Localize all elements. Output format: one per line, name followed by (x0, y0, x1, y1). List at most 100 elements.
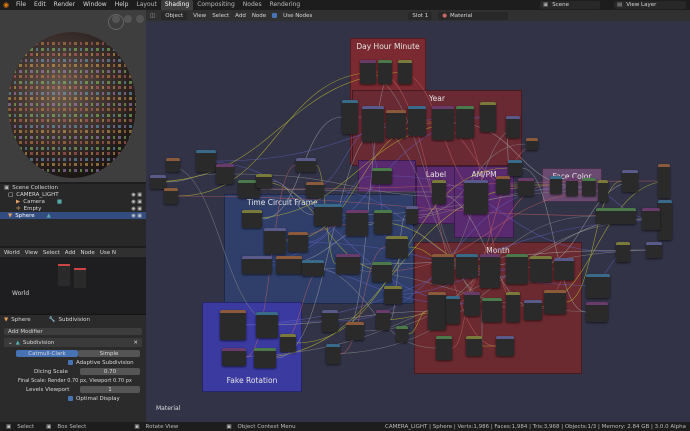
shader-node[interactable] (480, 254, 500, 288)
shader-node[interactable] (396, 326, 408, 342)
shader-node[interactable] (432, 180, 446, 204)
simple-button[interactable]: Simple (78, 350, 140, 357)
shader-node[interactable] (622, 170, 638, 192)
shader-node[interactable] (196, 150, 216, 172)
outliner-scene-collection[interactable]: ▣ Scene Collection (0, 184, 146, 191)
shader-node[interactable] (256, 312, 278, 338)
shader-node[interactable] (582, 178, 596, 196)
dicing-field[interactable]: 0.70 (80, 368, 140, 375)
visibility-icon[interactable]: ◉ ▣ (131, 213, 142, 219)
menu-node[interactable]: Node (80, 250, 94, 256)
levels-field[interactable]: 1 (80, 386, 140, 393)
shader-node[interactable] (436, 336, 452, 360)
visibility-icon[interactable]: ◉ ▣ (131, 206, 142, 212)
scene-selector[interactable]: ▣ Scene (540, 1, 600, 9)
shader-node[interactable] (432, 106, 454, 140)
optimal-checkbox[interactable] (68, 396, 73, 401)
tab-shading[interactable]: Shading (160, 0, 194, 10)
close-icon[interactable]: ✕ (133, 340, 138, 346)
shader-node[interactable] (384, 286, 402, 304)
shader-node[interactable] (296, 158, 316, 172)
shader-node[interactable] (164, 188, 178, 204)
shader-node[interactable] (264, 228, 286, 254)
shader-node[interactable] (530, 256, 552, 282)
shader-node[interactable] (408, 106, 426, 136)
shader-node[interactable] (550, 176, 562, 194)
view-layer-selector[interactable]: ▤ View Layer (614, 1, 686, 9)
menu-render[interactable]: Render (50, 0, 79, 10)
adaptive-row[interactable]: Adaptive Subdivision (0, 358, 146, 367)
shader-node[interactable] (374, 210, 392, 234)
shader-node[interactable] (616, 242, 630, 262)
shader-node[interactable] (222, 348, 246, 366)
shader-node[interactable] (346, 210, 368, 236)
shader-node[interactable] (598, 180, 608, 202)
shader-node[interactable] (314, 204, 342, 226)
optimal-row[interactable]: Optimal Display (0, 394, 146, 403)
3d-viewport[interactable] (0, 10, 146, 182)
tab-layout[interactable]: Layout (132, 0, 160, 10)
outliner-item-camera-light[interactable]: ▢ CAMERA_LIGHT ◉ ▣ (0, 191, 146, 198)
shader-node[interactable] (376, 310, 390, 330)
world-node[interactable] (58, 264, 70, 286)
tab-compositing[interactable]: Compositing (193, 0, 239, 10)
shader-node[interactable] (508, 160, 522, 176)
shader-node[interactable] (398, 60, 412, 84)
shader-node[interactable] (566, 178, 578, 196)
outliner-item-sphere[interactable]: ▼ Sphere ▲ ◉ ▣ (0, 212, 146, 219)
menu-window[interactable]: Window (79, 0, 111, 10)
modifier-header[interactable]: ⌄ ▲ Subdivision ✕ (4, 338, 142, 347)
shader-node[interactable] (242, 256, 272, 274)
shader-node[interactable] (496, 176, 510, 194)
shader-node[interactable] (306, 182, 324, 198)
shader-node[interactable] (362, 106, 384, 142)
menu-add[interactable]: Add (65, 250, 76, 256)
shader-node[interactable] (456, 254, 478, 278)
adaptive-checkbox[interactable] (68, 360, 73, 365)
shader-node[interactable] (464, 180, 488, 214)
xray-icon[interactable] (136, 15, 144, 23)
menu-edit[interactable]: Edit (30, 0, 50, 10)
menu-view[interactable]: View (25, 250, 38, 256)
viewport-shading-icon[interactable] (112, 15, 120, 23)
shader-node[interactable] (322, 310, 338, 332)
shader-node[interactable] (524, 300, 542, 320)
shader-node[interactable] (658, 164, 670, 198)
shader-node[interactable] (466, 336, 482, 356)
world-node[interactable] (74, 268, 86, 288)
shader-node[interactable] (372, 262, 392, 282)
catmull-clark-button[interactable]: Catmull-Clark (16, 350, 78, 357)
world-dropdown[interactable]: World (4, 250, 20, 256)
blender-logo-icon[interactable]: ◉ (0, 0, 12, 10)
shader-node[interactable] (276, 256, 302, 274)
outliner-item-empty[interactable]: ✛ Empty ◉ ▣ (0, 205, 146, 212)
shader-node[interactable] (658, 200, 672, 240)
shader-node[interactable] (166, 158, 180, 172)
shader-node[interactable] (526, 138, 538, 150)
overlay-icon[interactable] (124, 15, 132, 23)
shader-node[interactable] (506, 116, 520, 138)
shader-node[interactable] (280, 334, 296, 352)
shader-node[interactable] (336, 254, 360, 274)
shader-node[interactable] (428, 292, 446, 330)
shader-node[interactable] (642, 208, 660, 230)
tab-nodes[interactable]: Nodes (239, 0, 266, 10)
menu-file[interactable]: File (12, 0, 30, 10)
shader-node[interactable] (464, 292, 480, 316)
visibility-icon[interactable]: ◉ ▣ (131, 192, 142, 198)
shader-node[interactable] (586, 274, 610, 298)
shader-node[interactable] (220, 310, 246, 340)
shader-node[interactable] (386, 110, 406, 138)
shader-node-editor[interactable]: ◫ Object View Select Add Node Use Nodes … (146, 10, 690, 422)
shader-node[interactable] (506, 254, 528, 284)
shader-node[interactable] (496, 336, 514, 356)
use-nodes-toggle[interactable]: Use N (100, 250, 116, 256)
shader-node[interactable] (456, 106, 474, 138)
outliner-item-camera[interactable]: ▶ Camera ■ ◉ ▣ (0, 198, 146, 205)
shader-node[interactable] (432, 254, 454, 284)
shader-node[interactable] (586, 302, 608, 322)
shader-node[interactable] (378, 60, 392, 84)
shader-node[interactable] (544, 290, 566, 314)
shader-node[interactable] (506, 292, 520, 322)
shader-node[interactable] (302, 260, 324, 276)
